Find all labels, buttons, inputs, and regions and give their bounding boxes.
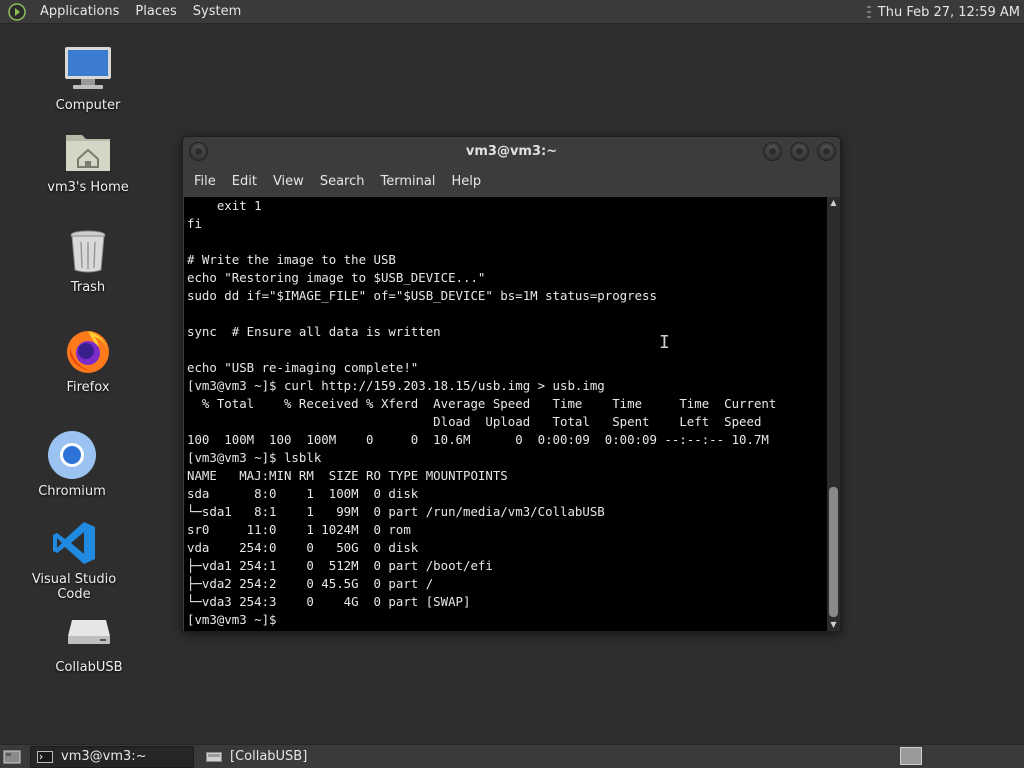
desktop-icon-label: CollabUSB: [55, 660, 123, 675]
menu-view[interactable]: View: [265, 167, 312, 197]
desktop-icon-label: Computer: [55, 98, 121, 113]
desktop-icon-label: Chromium: [38, 484, 106, 499]
desktop-icon-computer[interactable]: Computer: [33, 44, 143, 113]
firefox-icon: [67, 331, 109, 373]
workspace-switcher[interactable]: [900, 747, 922, 765]
desktop-icon-trash[interactable]: Trash: [33, 226, 143, 295]
home-folder-icon: [66, 135, 110, 171]
desktop-icon-collabusb[interactable]: CollabUSB: [34, 606, 144, 675]
bottom-panel: vm3@vm3:~ [CollabUSB]: [0, 744, 1024, 768]
scroll-down-arrow-icon[interactable]: ▼: [827, 619, 840, 631]
clock[interactable]: Thu Feb 27, 12:59 AM: [878, 5, 1020, 20]
taskbar-item-label: [CollabUSB]: [230, 749, 308, 764]
desktop-icon-vscode[interactable]: Visual Studio Code: [19, 518, 129, 602]
applications-logo-icon[interactable]: [8, 2, 26, 21]
panel-handle-icon: [866, 6, 871, 18]
menu-search[interactable]: Search: [312, 167, 373, 197]
desktop-icon-label: Firefox: [66, 380, 110, 395]
scrollbar-thumb[interactable]: [829, 487, 838, 617]
show-desktop-button[interactable]: [0, 746, 24, 768]
taskbar-item-label: vm3@vm3:~: [61, 749, 147, 764]
menu-file[interactable]: File: [186, 167, 224, 197]
desktop-icon-label: vm3's Home: [47, 180, 129, 195]
scroll-up-arrow-icon[interactable]: ▲: [827, 197, 840, 209]
menu-help[interactable]: Help: [443, 167, 489, 197]
drive-icon: [206, 751, 222, 762]
menu-terminal[interactable]: Terminal: [372, 167, 443, 197]
minimize-button[interactable]: [763, 142, 782, 161]
window-titlebar[interactable]: vm3@vm3:~: [183, 137, 840, 167]
desktop-icon-home[interactable]: vm3's Home: [33, 126, 143, 195]
window-title: vm3@vm3:~: [465, 144, 558, 159]
menu-applications[interactable]: Applications: [32, 0, 127, 24]
terminal-text[interactable]: exit 1 fi # Write the image to the USB e…: [184, 197, 827, 629]
terminal-window[interactable]: vm3@vm3:~ File Edit View Search Terminal…: [182, 136, 841, 632]
terminal-scrollbar[interactable]: ▲ ▼: [827, 197, 840, 631]
text-cursor-icon: I: [659, 332, 670, 353]
terminal-menubar: File Edit View Search Terminal Help: [183, 167, 840, 197]
computer-icon: [65, 47, 111, 89]
usb-drive-icon: [68, 620, 110, 644]
taskbar-item-terminal[interactable]: vm3@vm3:~: [30, 745, 194, 768]
menu-places[interactable]: Places: [127, 0, 184, 24]
clock-area: Thu Feb 27, 12:59 AM: [866, 0, 1020, 24]
vscode-icon: [53, 522, 95, 564]
trash-icon: [70, 230, 106, 273]
menu-system[interactable]: System: [185, 0, 249, 24]
desktop-icon-chromium[interactable]: Chromium: [17, 430, 127, 499]
maximize-button[interactable]: [790, 142, 809, 161]
terminal-output[interactable]: exit 1 fi # Write the image to the USB e…: [184, 197, 827, 631]
desktop-icon-firefox[interactable]: Firefox: [33, 326, 143, 395]
chromium-icon: [48, 431, 96, 479]
desktop-icon-label: Trash: [70, 280, 106, 295]
top-menu: Applications Places System: [0, 0, 249, 24]
menu-edit[interactable]: Edit: [224, 167, 265, 197]
close-button[interactable]: [817, 142, 836, 161]
show-desktop-icon: [3, 750, 21, 763]
top-panel: Applications Places System Thu Feb 27, 1…: [0, 0, 1024, 24]
terminal-icon: [37, 750, 53, 763]
desktop-icon-label: Visual Studio Code: [31, 572, 117, 602]
taskbar-item-collabusb[interactable]: [CollabUSB]: [200, 746, 313, 768]
